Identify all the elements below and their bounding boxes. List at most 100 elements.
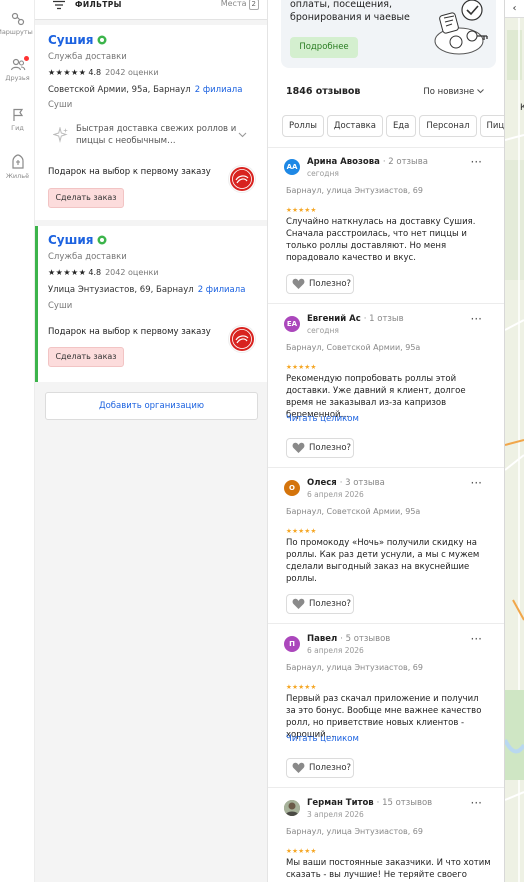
rating-row: ★★★★★ 4.8 2042 оценки: [48, 268, 159, 277]
author-reviews-count: 2 отзыва: [388, 157, 428, 167]
branches-link[interactable]: 2 филиала: [198, 285, 246, 295]
avatar[interactable]: П: [284, 636, 300, 652]
helpful-button[interactable]: Полезно?: [286, 758, 354, 778]
ratings-count: 2042 оценки: [105, 268, 159, 277]
review-item: АА Арина Авозова · 2 отзыва сегодня ··· …: [284, 155, 496, 295]
review-author[interactable]: Евгений Ас · 1 отзыв: [307, 314, 404, 324]
helpful-button[interactable]: Полезно?: [286, 438, 354, 458]
org-name-link[interactable]: Сушия: [48, 33, 107, 47]
author-name[interactable]: Герман Титов: [307, 798, 374, 808]
result-card[interactable]: Сушия Служба доставки ★★★★★ 4.8 2042 оценк…: [35, 25, 267, 220]
tab-pizza[interactable]: Пицца: [479, 115, 504, 137]
chevron-down-icon[interactable]: [238, 132, 247, 138]
order-button[interactable]: Сделать заказ: [48, 188, 124, 208]
order-button[interactable]: Сделать заказ: [48, 347, 124, 367]
branches-link[interactable]: 2 филиала: [195, 85, 243, 95]
review-stars: ★★★★★: [286, 683, 317, 691]
review-stars: ★★★★★: [286, 363, 317, 371]
helpful-button[interactable]: Полезно?: [286, 594, 354, 614]
address-text: Улица Энтузиастов, 69, Барнаул: [48, 285, 194, 295]
author-reviews-count: 5 отзывов: [345, 634, 391, 644]
helpful-button[interactable]: Полезно?: [286, 274, 354, 294]
routes-icon: [11, 12, 24, 26]
map-area[interactable]: ‹ К: [505, 0, 524, 882]
feature-teaser[interactable]: Быстрая доставка свежих роллов и пиццы с…: [48, 123, 260, 149]
author-name[interactable]: Олеся: [307, 478, 337, 488]
review-address: Барнаул, улица Энтузиастов, 69: [286, 663, 423, 672]
notification-dot: [24, 56, 29, 61]
author-reviews-count: 15 отзывов: [382, 798, 433, 808]
map-back-button[interactable]: ‹: [505, 0, 524, 18]
author-reviews-count: 1 отзыв: [369, 314, 404, 324]
review-item: П Павел · 5 отзывов 6 апреля 2026 ··· Ба…: [284, 632, 496, 782]
reviews-panel: оплаты, посещения, бронирования и чаевые…: [268, 0, 504, 882]
review-author[interactable]: Олеся · 3 отзыва: [307, 478, 385, 488]
rating-stars: ★★★★★: [48, 268, 87, 277]
more-options-icon[interactable]: ···: [471, 796, 482, 810]
address-text: Советской Армии, 95а, Барнаул: [48, 85, 191, 95]
heart-icon: [292, 762, 305, 773]
sushiya-logo-icon: [230, 327, 254, 351]
filters-button[interactable]: ФИЛЬТРЫ: [75, 0, 122, 10]
review-address: Барнаул, улица Энтузиастов, 69: [286, 186, 423, 195]
helpful-label: Полезно?: [309, 763, 352, 773]
banner-illustration-icon: [434, 0, 488, 55]
chevron-down-icon: [477, 89, 484, 94]
review-date: сегодня: [307, 169, 339, 178]
more-options-icon[interactable]: ···: [471, 632, 482, 646]
author-name[interactable]: Арина Авозова: [307, 157, 380, 167]
author-name[interactable]: Павел: [307, 634, 337, 644]
review-stars: ★★★★★: [286, 206, 317, 214]
add-organization-button[interactable]: Добавить организацию: [45, 392, 258, 420]
helpful-label: Полезно?: [309, 599, 352, 609]
rail-item-friends[interactable]: Друзья: [0, 56, 35, 82]
review-author[interactable]: Арина Авозова · 2 отзыва: [307, 157, 428, 167]
filters-icon[interactable]: [53, 0, 65, 13]
org-name-link[interactable]: Сушия: [48, 233, 107, 247]
friends-icon: [10, 58, 25, 71]
org-address: Советской Армии, 95а, Барнаул 2 филиала: [48, 85, 242, 95]
places-toggle[interactable]: Места 2: [221, 0, 259, 10]
read-all-link[interactable]: Читать целиком: [286, 734, 359, 744]
org-address: Улица Энтузиастов, 69, Барнаул 2 филиала: [48, 285, 245, 295]
review-date: сегодня: [307, 326, 339, 335]
review-date: 6 апреля 2026: [307, 490, 364, 499]
author-reviews-count: 3 отзыва: [345, 478, 385, 488]
tab-delivery[interactable]: Доставка: [326, 115, 383, 137]
review-address: Барнаул, Советской Армии, 95а: [286, 343, 421, 352]
review-author[interactable]: Павел · 5 отзывов: [307, 634, 390, 644]
rail-item-routes[interactable]: Маршруты: [0, 12, 35, 36]
review-author[interactable]: Герман Титов · 15 отзывов: [307, 798, 432, 808]
helpful-label: Полезно?: [309, 443, 352, 453]
promo-banner: оплаты, посещения, бронирования и чаевые…: [281, 0, 496, 68]
sort-dropdown[interactable]: По новизне: [423, 87, 484, 97]
rating-row: ★★★★★ 4.8 2042 оценки: [48, 68, 159, 77]
rating-value: 4.8: [88, 68, 102, 77]
heart-icon: [292, 598, 305, 609]
banner-text: оплаты, посещения, бронирования и чаевые: [290, 0, 410, 23]
tab-staff[interactable]: Персонал: [419, 115, 477, 137]
gift-offer: Подарок на выбор к первому заказу: [48, 167, 211, 177]
tab-food[interactable]: Еда: [385, 115, 417, 137]
rail-label-housing: Жильё: [5, 172, 30, 180]
org-name[interactable]: Сушия: [48, 33, 94, 47]
rail-item-housing[interactable]: Жильё: [0, 154, 35, 180]
author-name[interactable]: Евгений Ас: [307, 314, 361, 324]
avatar[interactable]: [284, 800, 300, 816]
rail-item-guide[interactable]: Гид: [0, 108, 35, 132]
read-all-link[interactable]: Читать целиком: [286, 414, 359, 424]
tab-rolls[interactable]: Роллы: [282, 115, 324, 137]
avatar[interactable]: ЕА: [284, 316, 300, 332]
more-options-icon[interactable]: ···: [471, 476, 482, 490]
divider: [268, 623, 504, 624]
more-options-icon[interactable]: ···: [471, 155, 482, 169]
avatar[interactable]: О: [284, 480, 300, 496]
result-card-selected[interactable]: Сушия Служба доставки ★★★★★ 4.8 2042 оценк…: [35, 226, 267, 382]
more-options-icon[interactable]: ···: [471, 312, 482, 326]
rating-value: 4.8: [88, 268, 102, 277]
org-name[interactable]: Сушия: [48, 233, 94, 247]
avatar[interactable]: АА: [284, 159, 300, 175]
sparkle-icon: [53, 127, 68, 143]
banner-more-button[interactable]: Подробнее: [290, 37, 358, 58]
org-category: Служба доставки: [48, 252, 127, 262]
